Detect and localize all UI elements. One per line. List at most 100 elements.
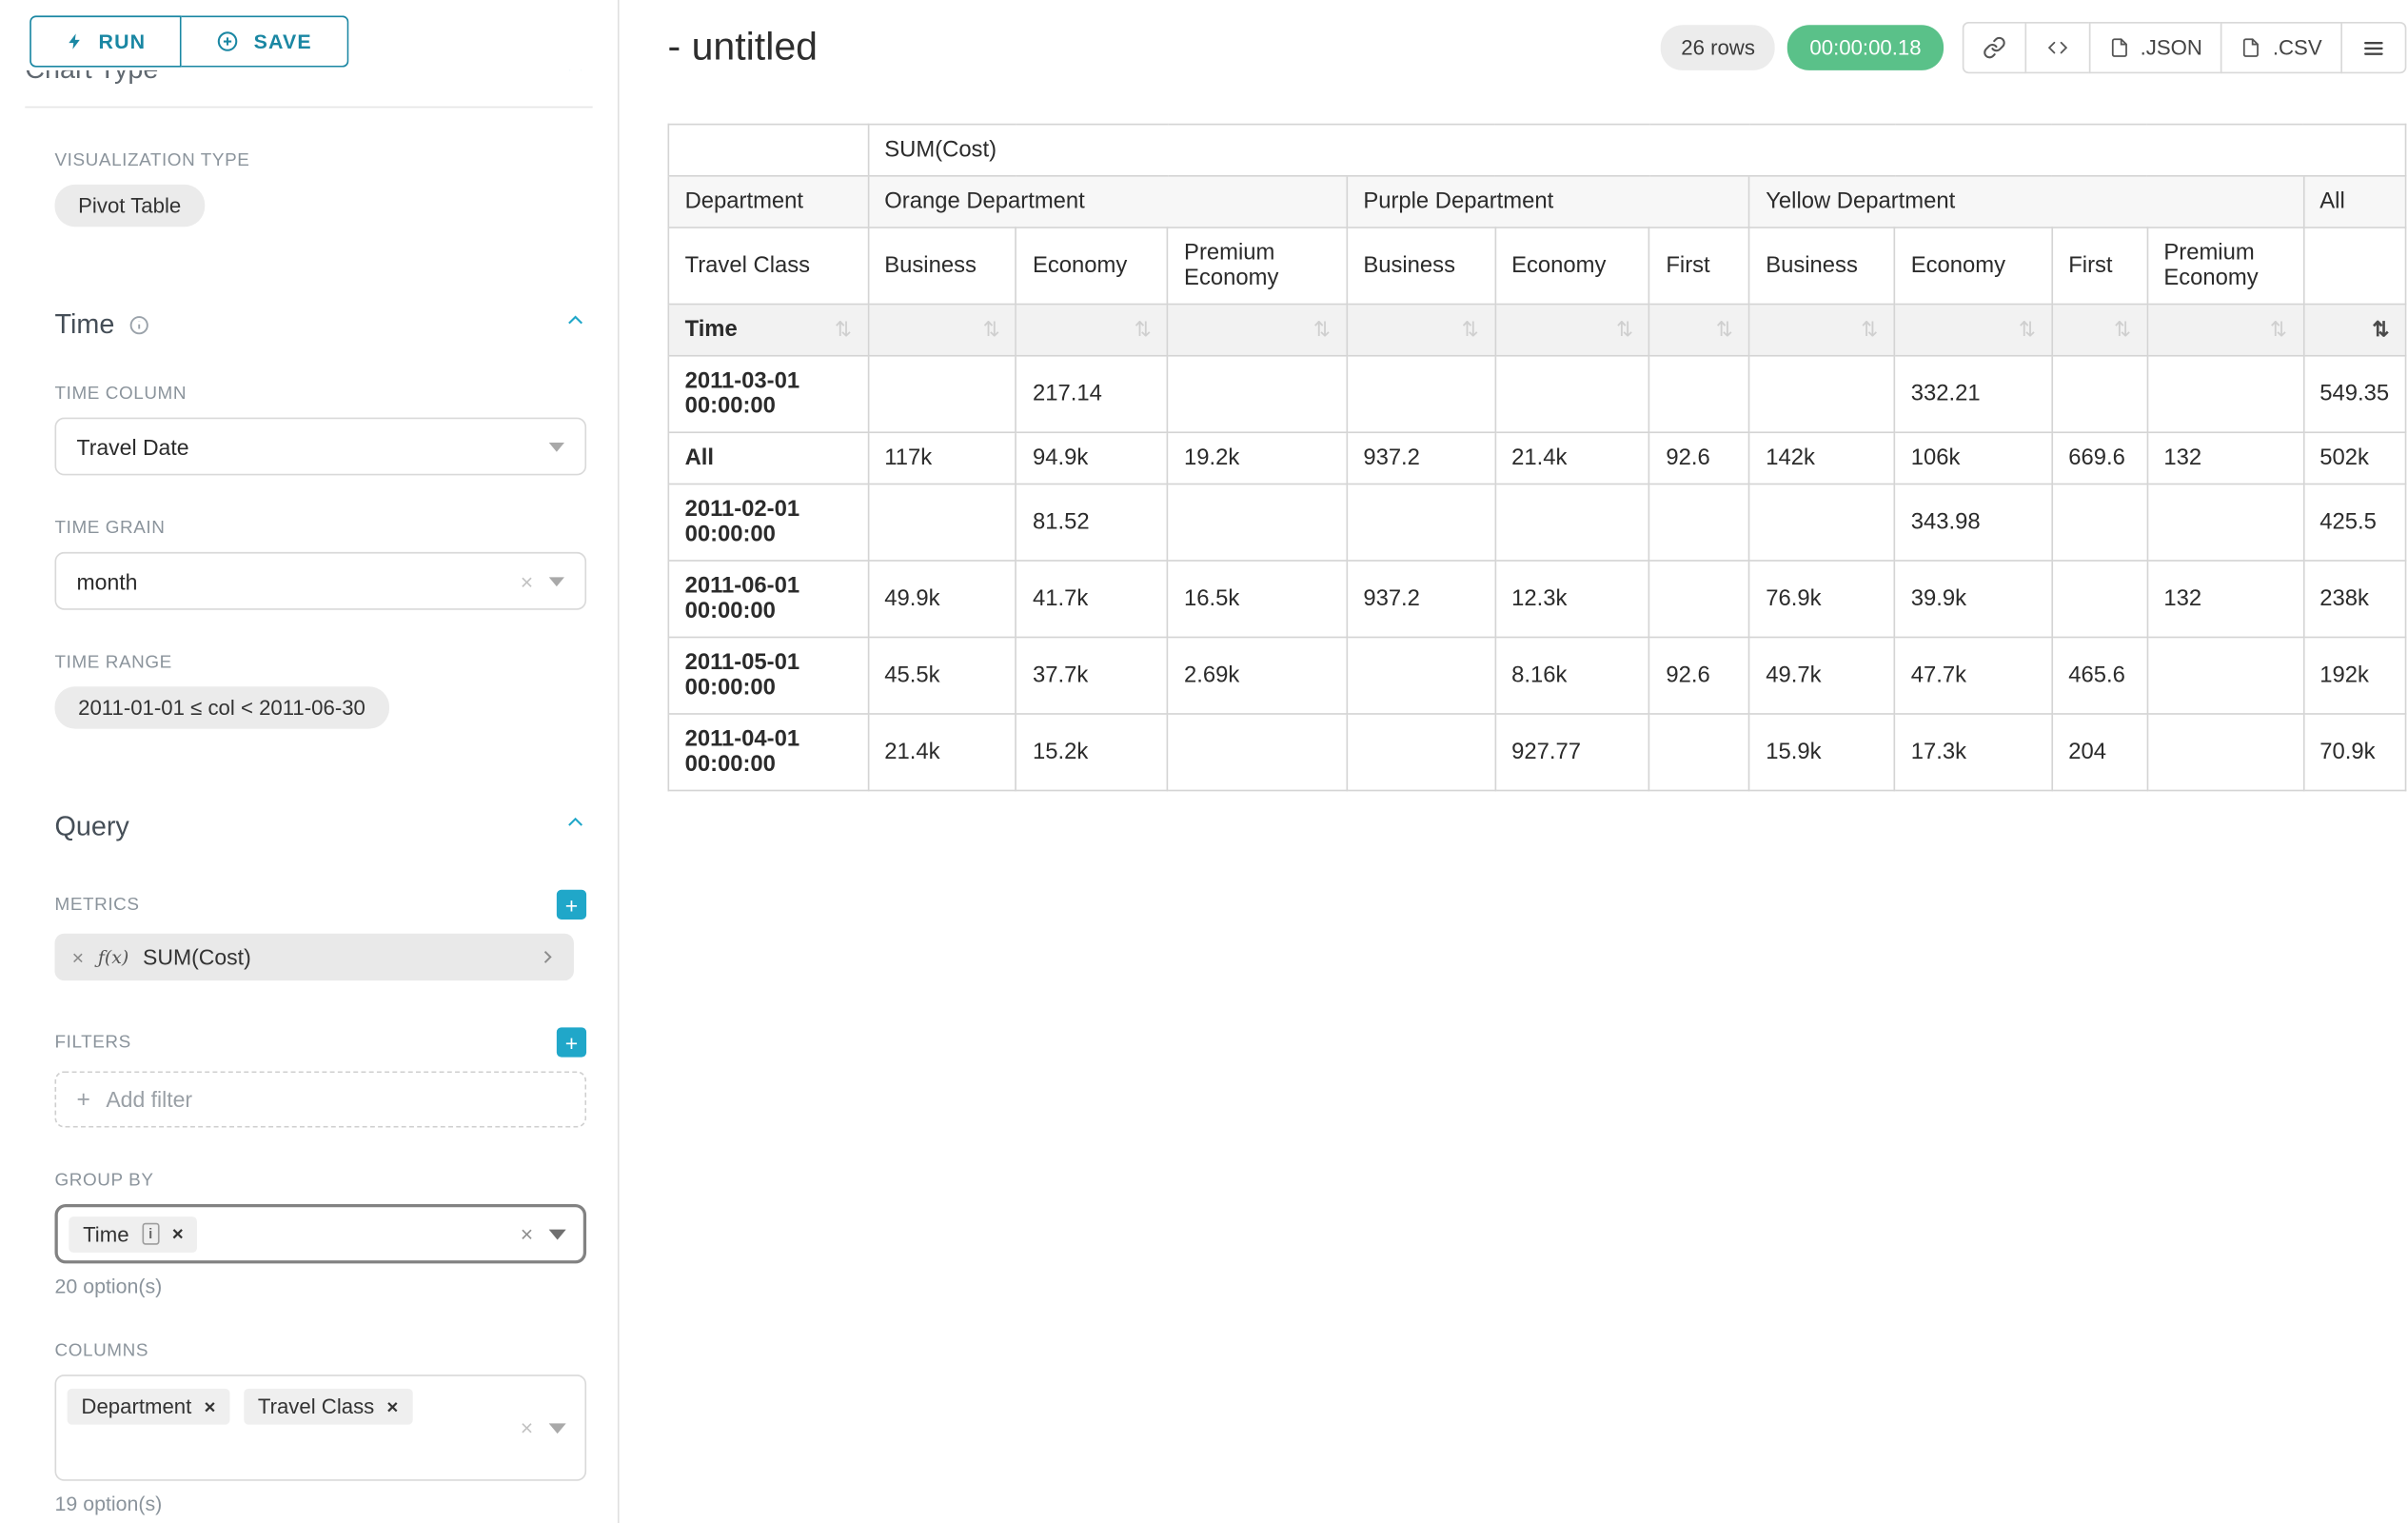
department-group-header: Orange Department [868,176,1347,227]
time-column-select[interactable]: Travel Date [55,418,587,476]
table-row: 2011-05-01 00:00:0045.5k37.7k2.69k8.16k9… [668,637,2405,714]
menu-button[interactable] [2340,22,2406,73]
group-by-label: GROUP BY [55,1172,587,1191]
query-section-header: Query [55,810,587,843]
pivot-value-cell: 343.98 [1894,484,2052,561]
remove-metric-icon[interactable]: × [72,945,84,969]
row-time-cell: 2011-02-01 00:00:00 [668,484,868,561]
collapse-query-section-icon[interactable] [564,812,586,841]
download-json-button[interactable]: .JSON [2088,22,2222,73]
file-icon [2241,36,2261,60]
embed-code-button[interactable] [2024,22,2090,73]
metrics-label: METRICS [55,896,140,915]
pivot-value-cell [2147,714,2303,791]
caret-down-icon [549,576,564,585]
sort-icon[interactable]: ⇅ [2019,318,2036,342]
sortable-column-cell: ⇅ [2303,305,2406,356]
chart-header: - untitled 26 rows 00:00:00.18 .JSON [668,22,2407,73]
plus-circle-icon [216,30,240,53]
columns-tag[interactable]: Department× [68,1389,230,1425]
sort-icon[interactable]: ⇅ [1313,318,1331,342]
pivot-value-cell: 937.2 [1347,432,1495,484]
sort-icon[interactable]: ⇅ [1135,318,1152,342]
pivot-value-cell: 94.9k [1016,432,1168,484]
travel-class-column-header: Economy [1016,227,1168,305]
caret-down-icon[interactable] [549,1228,566,1239]
pivot-value-cell [2147,484,2303,561]
pivot-value-cell: 132 [2147,561,2303,638]
pivot-value-cell: 238k [2303,561,2406,638]
columns-select[interactable]: Department× Travel Class× × [55,1375,587,1481]
sort-icon[interactable]: ⇅ [2270,318,2287,342]
query-section-title: Query [55,810,129,843]
columns-tag[interactable]: Travel Class× [244,1389,412,1425]
pivot-value-cell: 669.6 [2052,432,2147,484]
save-button[interactable]: SAVE [182,15,348,67]
time-grain-select[interactable]: month × [55,552,587,610]
sort-icon[interactable]: ⇅ [1861,318,1878,342]
groupby-select[interactable]: Timei× × [55,1204,587,1263]
clear-icon[interactable]: × [521,568,533,593]
caret-down-icon[interactable] [549,1422,566,1434]
chart-panel: - untitled 26 rows 00:00:00.18 .JSON [620,0,2408,1523]
remove-tag-icon[interactable]: × [204,1395,215,1417]
travel-class-column-header: First [2052,227,2147,305]
time-grain-value: month [77,568,138,593]
pivot-value-cell: 45.5k [868,637,1016,714]
add-filter-box[interactable]: + Add filter [55,1071,587,1127]
sort-icon[interactable]: ⇅ [835,318,852,343]
sort-icon-active[interactable]: ⇅ [2372,318,2389,342]
clear-all-icon[interactable]: × [521,1415,533,1440]
sort-icon[interactable]: ⇅ [983,318,1000,342]
sort-icon[interactable]: ⇅ [1462,318,1479,342]
query-timer-badge: 00:00:00.18 [1787,25,1943,70]
sortable-column-cell: ⇅ [1168,305,1347,356]
time-row-label: Time [685,318,738,343]
empty-header-cell [2303,227,2406,305]
plus-icon: + [77,1086,90,1113]
chevron-right-icon[interactable] [538,948,557,967]
sortable-column-cell: ⇅ [1649,305,1749,356]
add-metric-button[interactable]: + [557,890,586,920]
table-row: 2011-06-01 00:00:0049.9k41.7k16.5k937.21… [668,561,2405,638]
pivot-metric-header: SUM(Cost) [868,125,2406,176]
clear-all-icon[interactable]: × [521,1221,533,1246]
department-header-cell: Department [668,176,868,227]
time-range-pill[interactable]: 2011-01-01 ≤ col < 2011-06-30 [55,686,389,728]
pivot-value-cell [1649,561,1749,638]
groupby-tag[interactable]: Timei× [69,1216,197,1252]
pivot-value-cell [2147,637,2303,714]
download-csv-button[interactable]: .CSV [2221,22,2342,73]
groupby-options-hint: 20 option(s) [55,1275,587,1298]
row-time-cell: 2011-05-01 00:00:00 [668,637,868,714]
section-divider [25,107,592,109]
chart-title: - untitled [668,25,819,70]
pivot-value-cell [1749,356,1895,433]
add-filter-plus-button[interactable]: + [557,1027,586,1057]
pivot-value-cell: 117k [868,432,1016,484]
row-time-cell: 2011-04-01 00:00:00 [668,714,868,791]
remove-tag-icon[interactable]: × [386,1395,398,1417]
collapse-time-section-icon[interactable] [564,309,586,339]
table-row: 2011-04-01 00:00:0021.4k15.2k927.7715.9k… [668,714,2405,791]
copy-link-button[interactable] [1962,22,2025,73]
sort-icon[interactable]: ⇅ [2114,318,2131,342]
department-group-header: Yellow Department [1749,176,2303,227]
metric-pill[interactable]: × ƒ(x) SUM(Cost) [55,934,574,980]
time-column-label: TIME COLUMN [55,385,587,404]
pivot-value-cell: 21.4k [868,714,1016,791]
chevron-up-icon[interactable] [564,70,586,86]
pivot-value-cell: 549.35 [2303,356,2406,433]
sort-icon[interactable]: ⇅ [1716,318,1733,342]
run-button[interactable]: RUN [30,15,182,67]
pivot-value-cell: 12.3k [1495,561,1649,638]
metric-pill-label: SUM(Cost) [143,944,251,969]
pivot-value-cell: 49.7k [1749,637,1895,714]
export-button-group: .JSON .CSV [1962,22,2406,73]
viz-type-pill[interactable]: Pivot Table [55,185,205,227]
time-range-label: TIME RANGE [55,654,587,673]
sort-icon[interactable]: ⇅ [1616,318,1633,342]
remove-tag-icon[interactable]: × [172,1223,184,1245]
add-filter-label: Add filter [106,1087,192,1112]
control-panel: RUN SAVE Chart Type VISUALIZATION TYPE P… [0,0,620,1523]
